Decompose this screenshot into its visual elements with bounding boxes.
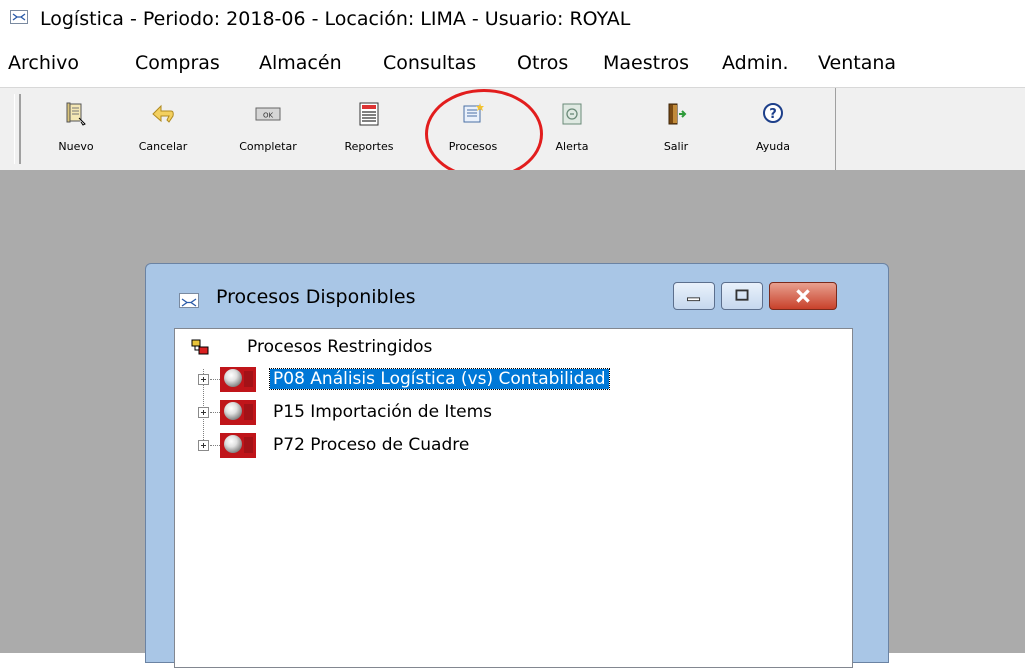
app-title: Logística - Periodo: 2018-06 - Locación:… (40, 8, 631, 30)
folder-tree-icon (191, 338, 209, 356)
menu-admin[interactable]: Admin. (722, 52, 789, 74)
close-icon (796, 289, 810, 303)
alerta-button[interactable]: Alerta (536, 100, 608, 158)
tree-item-p72[interactable]: P72 Proceso de Cuadre (175, 431, 845, 461)
expand-icon[interactable] (198, 407, 209, 418)
svg-text:?: ? (769, 107, 777, 122)
minimize-button[interactable] (673, 282, 715, 310)
toolbar-grip-edge (20, 94, 23, 164)
undo-arrow-icon (149, 100, 177, 128)
tree-item-label[interactable]: P72 Proceso de Cuadre (270, 435, 472, 455)
cancelar-label: Cancelar (138, 140, 188, 153)
process-item-icon (220, 433, 256, 458)
tree-root-label[interactable]: Procesos Restringidos (247, 337, 432, 357)
cancelar-button[interactable]: Cancelar (127, 100, 199, 158)
nuevo-label: Nuevo (58, 140, 94, 153)
tree-item-p08[interactable]: P08 Análisis Logística (vs) Contabilidad (175, 365, 845, 395)
expand-icon[interactable] (198, 440, 209, 451)
process-item-icon (220, 400, 256, 425)
window-app-icon (179, 293, 199, 308)
svg-text:OK: OK (263, 112, 274, 120)
alert-icon (558, 100, 586, 128)
ok-button-icon: OK (254, 100, 282, 128)
highlight-annotation (425, 89, 543, 179)
app-logo-icon (10, 10, 28, 24)
menu-maestros[interactable]: Maestros (603, 52, 689, 74)
menu-ventana[interactable]: Ventana (818, 52, 896, 74)
exit-door-icon (662, 100, 690, 128)
menu-bar: Archivo Compras Almacén Consultas Otros … (0, 52, 1025, 82)
salir-button[interactable]: Salir (640, 100, 712, 158)
menu-archivo[interactable]: Archivo (8, 52, 79, 74)
menu-compras[interactable]: Compras (135, 52, 220, 74)
minimize-icon (687, 297, 701, 302)
tree-connector (210, 412, 220, 413)
alerta-label: Alerta (555, 140, 589, 153)
expand-icon[interactable] (198, 374, 209, 385)
tree-connector (210, 445, 220, 446)
completar-button[interactable]: OK Completar (232, 100, 304, 158)
report-icon (355, 100, 383, 128)
process-tree-view[interactable]: Procesos Restringidos P08 Análisis Logís… (174, 328, 853, 668)
app-title-bar: Logística - Periodo: 2018-06 - Locación:… (0, 0, 1025, 40)
ayuda-button[interactable]: ? Ayuda (737, 100, 809, 158)
salir-label: Salir (663, 140, 689, 153)
completar-label: Completar (239, 140, 297, 153)
maximize-button[interactable] (721, 282, 763, 310)
maximize-icon (735, 289, 749, 301)
tree-connector (210, 379, 220, 380)
new-document-icon (62, 100, 90, 128)
close-button[interactable] (769, 282, 837, 310)
help-icon: ? (759, 100, 787, 128)
nuevo-button[interactable]: Nuevo (40, 100, 112, 158)
tree-item-label[interactable]: P15 Importación de Items (270, 402, 495, 422)
procesos-disponibles-window: Procesos Disponibles Procesos Restringid… (145, 263, 889, 668)
menu-consultas[interactable]: Consultas (383, 52, 476, 74)
menu-otros[interactable]: Otros (517, 52, 568, 74)
process-item-icon (220, 367, 256, 392)
window-title: Procesos Disponibles (216, 286, 416, 308)
tree-item-p15[interactable]: P15 Importación de Items (175, 398, 845, 428)
ayuda-label: Ayuda (756, 140, 790, 153)
menu-almacen[interactable]: Almacén (259, 52, 342, 74)
reportes-button[interactable]: Reportes (333, 100, 405, 158)
toolbar-separator (835, 88, 836, 170)
reportes-label: Reportes (344, 140, 394, 153)
tree-item-label[interactable]: P08 Análisis Logística (vs) Contabilidad (269, 368, 610, 390)
